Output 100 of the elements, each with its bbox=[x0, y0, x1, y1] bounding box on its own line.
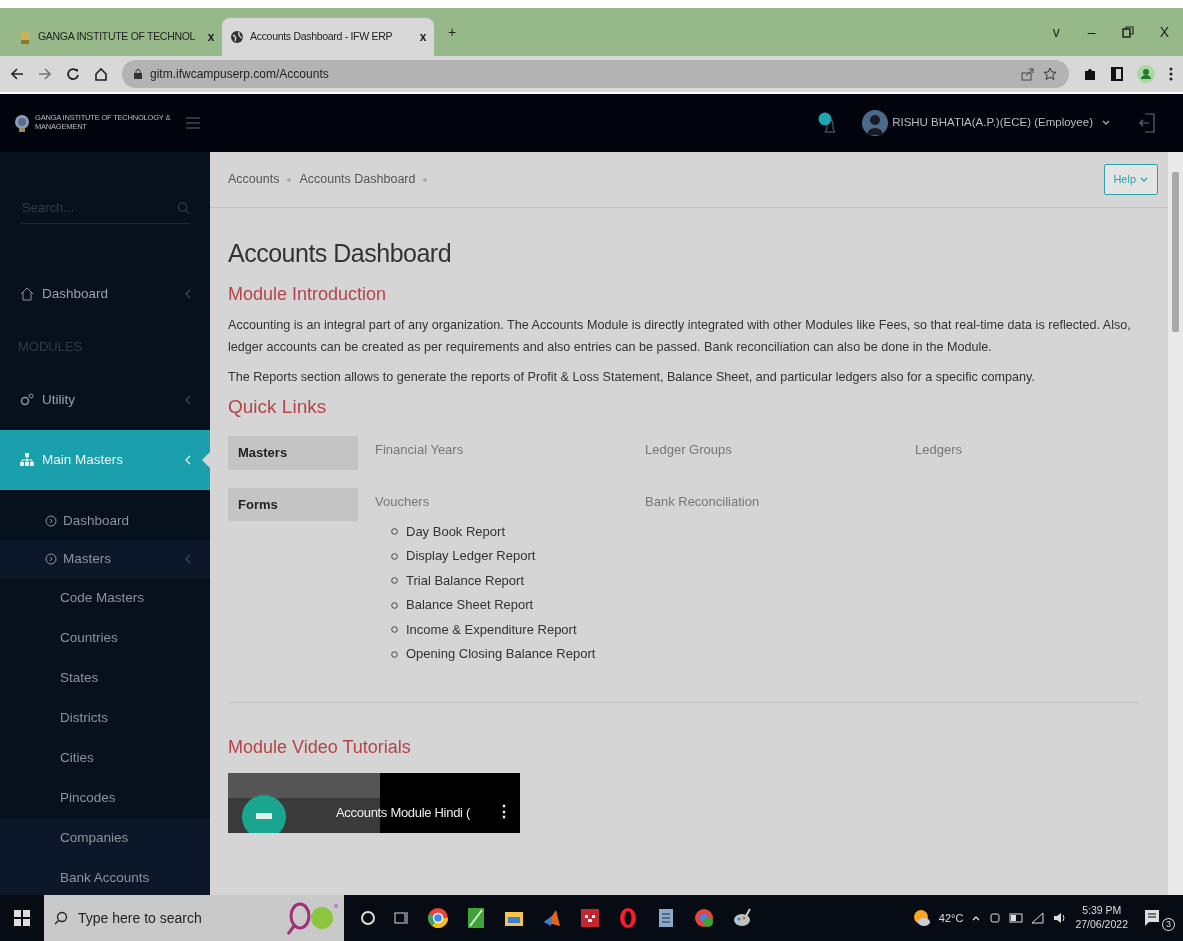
bullet-icon bbox=[391, 528, 398, 536]
submenu-item[interactable]: Code Masters bbox=[0, 578, 210, 618]
submenu-item[interactable]: States bbox=[0, 658, 210, 698]
opera-icon[interactable] bbox=[618, 908, 638, 928]
scrollbar-thumb[interactable] bbox=[1171, 172, 1180, 332]
paint-icon[interactable] bbox=[732, 908, 752, 928]
chevron-icon bbox=[184, 395, 192, 405]
temperature-text: 42°C bbox=[938, 910, 964, 926]
browser-tab[interactable]: GANGA INSTITUTE OF TECHNOL x bbox=[10, 18, 222, 56]
submenu-item[interactable]: Countries bbox=[0, 618, 210, 658]
notifications-icon[interactable] bbox=[1144, 909, 1160, 927]
tab-title: GANGA INSTITUTE OF TECHNOL bbox=[38, 29, 196, 45]
menu-icon[interactable] bbox=[1169, 67, 1173, 81]
lock-icon bbox=[134, 69, 142, 79]
breadcrumb-link[interactable]: Accounts bbox=[228, 170, 280, 189]
home-icon bbox=[20, 287, 34, 301]
submenu-item[interactable]: Dashboard bbox=[0, 502, 210, 540]
close-window-button[interactable]: X bbox=[1145, 21, 1183, 43]
gears-icon bbox=[20, 393, 34, 407]
bullet-icon bbox=[391, 601, 398, 609]
page-title: Accounts Dashboard bbox=[228, 238, 453, 268]
racket-ball-drawing bbox=[284, 900, 340, 936]
section-heading: Quick Links bbox=[228, 395, 328, 419]
submenu-item[interactable]: Districts bbox=[0, 698, 210, 738]
breadcrumb-link[interactable]: Accounts Dashboard bbox=[299, 170, 416, 189]
paragraph: Accounting is an integral part of any organization. The Accounts Module is directly integrated with other Modules like Fees, so that real-time data is reflected. Also, ledger accounts can be created as per requirements and also entries can be passed. Bank reconciliation can also be done in the Module. bbox=[228, 316, 1132, 356]
report-link[interactable]: Balance Sheet Report bbox=[406, 595, 534, 615]
bullet-icon bbox=[391, 626, 398, 634]
close-tab-button[interactable]: x bbox=[207, 28, 214, 46]
globe-icon bbox=[230, 30, 244, 44]
chevron-icon bbox=[184, 554, 192, 564]
report-link[interactable]: Display Ledger Report bbox=[406, 546, 536, 566]
tab-title: Accounts Dashboard - IFW ERP bbox=[250, 29, 393, 45]
leaf-app-icon[interactable] bbox=[466, 908, 486, 928]
report-link[interactable]: Trial Balance Report bbox=[406, 570, 524, 591]
chevron-icon bbox=[184, 455, 192, 465]
clock-time: 5:39 PM bbox=[1082, 904, 1122, 918]
app-icon[interactable] bbox=[580, 908, 600, 928]
new-tab-button[interactable]: + bbox=[434, 21, 471, 43]
sidebar-item[interactable]: Dashboard bbox=[0, 264, 210, 324]
submenu-item[interactable]: Masters bbox=[0, 540, 210, 578]
video-menu-button[interactable]: ⋮ bbox=[496, 800, 512, 824]
address-bar[interactable]: gitm.ifwcampuserp.com/Accounts bbox=[122, 60, 1069, 88]
meet-now-icon[interactable] bbox=[989, 911, 1002, 925]
row-label: Forms bbox=[228, 487, 358, 522]
submenu-item[interactable]: Bank Accounts bbox=[0, 858, 210, 895]
section-heading: Module Introduction bbox=[228, 284, 388, 306]
url-text: gitm.ifwcampuserp.com/Accounts bbox=[150, 66, 329, 83]
bullet-icon bbox=[391, 650, 398, 658]
windows-icon[interactable] bbox=[14, 910, 30, 926]
chrome-icon[interactable] bbox=[428, 908, 448, 928]
minimize-button[interactable]: – bbox=[1073, 21, 1110, 43]
task-view-icon[interactable] bbox=[394, 910, 410, 926]
submenu-item[interactable]: Companies bbox=[0, 818, 210, 858]
separator-dot-icon bbox=[287, 177, 292, 182]
row-label: Masters bbox=[228, 436, 358, 470]
forward-icon[interactable] bbox=[38, 67, 52, 81]
profile-icon[interactable] bbox=[1137, 65, 1155, 83]
report-link[interactable]: Opening Closing Balance Report bbox=[406, 644, 596, 664]
reload-icon[interactable] bbox=[66, 67, 80, 81]
weather-icon bbox=[912, 909, 931, 927]
sidebar-item[interactable]: Utility bbox=[0, 370, 210, 430]
submenu-item[interactable]: Pincodes bbox=[0, 778, 210, 818]
emblem-icon bbox=[14, 114, 30, 132]
restore-icon[interactable] bbox=[1121, 26, 1134, 38]
share-icon[interactable] bbox=[1021, 67, 1035, 81]
chevron-icon bbox=[184, 289, 192, 299]
bullet-icon bbox=[391, 552, 398, 560]
tab-search-button[interactable]: v bbox=[1038, 21, 1074, 43]
taskbar-search-box[interactable]: Type here to search bbox=[44, 895, 344, 941]
speaker-icon[interactable] bbox=[1053, 912, 1068, 924]
star-icon[interactable] bbox=[1043, 67, 1057, 81]
paragraph: The Reports section allows to generate the reports of Profit & Loss Statement, Balance Sheet, and particular ledgers also for a specific company. bbox=[228, 368, 1036, 386]
section-heading: Module Video Tutorials bbox=[228, 737, 412, 759]
bell-icon[interactable] bbox=[818, 112, 837, 134]
separator-dot-icon bbox=[423, 177, 428, 182]
battery-icon[interactable] bbox=[1009, 913, 1024, 923]
bullet-icon bbox=[391, 577, 398, 585]
back-icon[interactable] bbox=[10, 67, 24, 81]
matlab-icon[interactable] bbox=[542, 908, 562, 928]
search-icon bbox=[54, 911, 68, 925]
submenu-item[interactable]: Cities bbox=[0, 738, 210, 778]
sidepanel-icon[interactable] bbox=[1111, 67, 1123, 81]
cortana-icon[interactable] bbox=[360, 910, 376, 926]
logout-icon[interactable] bbox=[1139, 113, 1155, 133]
avatar-icon bbox=[862, 109, 889, 137]
close-tab-button[interactable]: x bbox=[419, 28, 426, 46]
home-icon[interactable] bbox=[94, 67, 108, 81]
user-menu[interactable]: RISHU BHATIA(A.P.)(ECE) (Employee) bbox=[892, 114, 1111, 132]
document-icon[interactable] bbox=[656, 908, 676, 928]
puzzle-icon[interactable] bbox=[1083, 67, 1097, 81]
report-link[interactable]: Day Book Report bbox=[406, 521, 505, 542]
emblem-icon bbox=[18, 30, 32, 44]
chrome-profile-icon[interactable] bbox=[694, 908, 714, 928]
sitemap-icon bbox=[20, 453, 34, 467]
video-title[interactable]: Accounts Module Hindi ( bbox=[336, 803, 470, 823]
clock-date: 27/06/2022 bbox=[1075, 918, 1128, 932]
report-link[interactable]: Income & Expenditure Report bbox=[406, 619, 577, 640]
browser-tab[interactable]: Accounts Dashboard - IFW ERP x bbox=[222, 18, 434, 56]
taskbar-search-field[interactable]: Type here to search bbox=[76, 906, 236, 930]
